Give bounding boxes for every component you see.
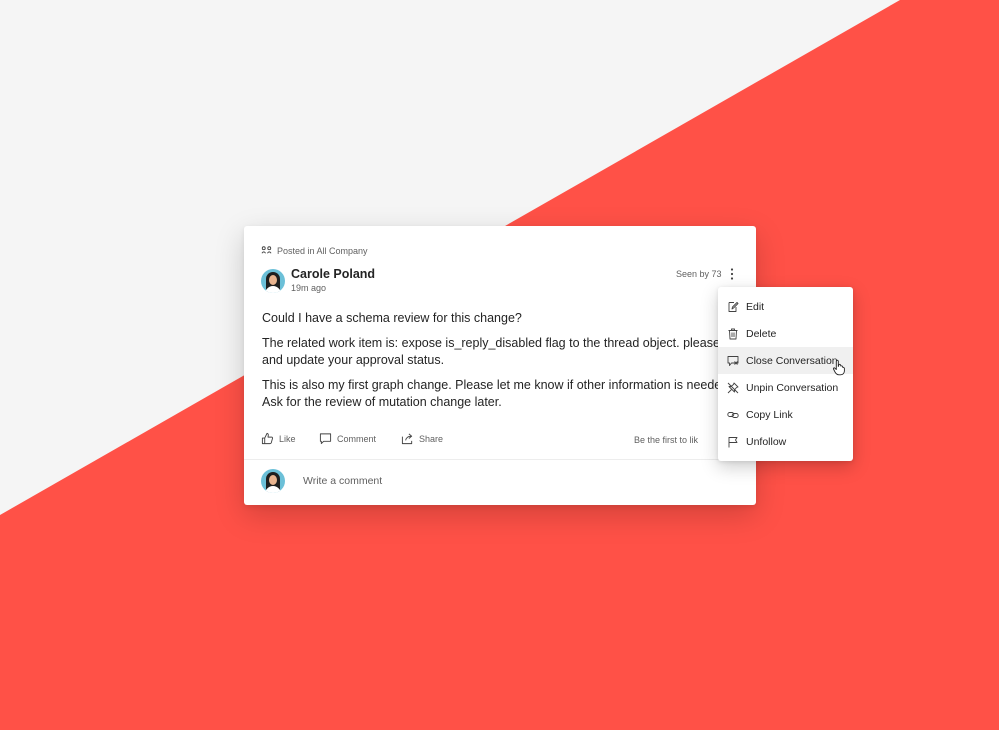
menu-item-unpin-conversation[interactable]: Unpin Conversation bbox=[718, 374, 853, 401]
post-paragraph: This is also my first graph change. Plea… bbox=[262, 378, 732, 392]
menu-item-label: Edit bbox=[746, 300, 765, 313]
more-vertical-icon bbox=[730, 268, 734, 280]
seen-by[interactable]: Seen by 73 bbox=[676, 269, 722, 279]
author-row: Carole Poland 19m ago bbox=[261, 267, 375, 294]
more-options-button[interactable] bbox=[725, 266, 739, 282]
like-icon bbox=[261, 432, 274, 445]
divider bbox=[244, 459, 756, 460]
menu-item-label: Unfollow bbox=[746, 435, 787, 448]
menu-item-edit[interactable]: Edit bbox=[718, 293, 853, 320]
menu-item-unfollow[interactable]: Unfollow bbox=[718, 428, 853, 455]
comment-row: Write a comment bbox=[261, 469, 382, 493]
menu-item-label: Unpin Conversation bbox=[746, 381, 839, 394]
post-time: 19m ago bbox=[291, 283, 327, 293]
post-paragraph: Could I have a schema review for this ch… bbox=[262, 311, 522, 325]
current-user-avatar bbox=[261, 469, 285, 493]
comment-label: Comment bbox=[337, 433, 377, 444]
share-icon bbox=[401, 433, 413, 445]
link-icon bbox=[727, 411, 739, 418]
community-icon bbox=[261, 245, 272, 258]
post-body: Could I have a schema review for this ch… bbox=[262, 310, 756, 419]
unpin-icon bbox=[727, 382, 739, 393]
menu-item-delete[interactable]: Delete bbox=[718, 320, 853, 347]
comment-input[interactable]: Write a comment bbox=[303, 475, 382, 487]
author-name[interactable]: Carole Poland bbox=[291, 267, 375, 282]
like-button[interactable]: Like bbox=[261, 432, 296, 445]
post-paragraph: Ask for the review of mutation change la… bbox=[262, 395, 502, 409]
menu-item-copy-link[interactable]: Copy Link bbox=[718, 401, 853, 428]
menu-item-label: Close Conversation bbox=[746, 354, 838, 367]
like-label: Like bbox=[279, 433, 296, 444]
menu-item-label: Delete bbox=[746, 327, 777, 340]
like-summary: Be the first to lik bbox=[634, 435, 699, 445]
posted-in: Posted in All Company bbox=[261, 244, 368, 258]
delete-icon bbox=[728, 328, 738, 339]
post-card: Posted in All Company Carole Poland 19m … bbox=[244, 226, 756, 505]
hand-cursor-icon bbox=[833, 359, 845, 376]
share-button[interactable]: Share bbox=[401, 432, 443, 445]
menu-item-label: Copy Link bbox=[746, 408, 793, 421]
avatar[interactable] bbox=[261, 268, 285, 293]
flag-icon bbox=[728, 436, 738, 447]
comment-icon bbox=[319, 433, 332, 445]
comment-button[interactable]: Comment bbox=[319, 432, 376, 445]
edit-icon bbox=[728, 301, 739, 312]
share-label: Share bbox=[419, 433, 444, 444]
post-paragraph: and update your approval status. bbox=[262, 353, 445, 367]
posted-in-label[interactable]: Posted in All Company bbox=[277, 246, 368, 256]
post-paragraph: The related work item is: expose is_repl… bbox=[262, 336, 741, 350]
close-conversation-icon bbox=[727, 355, 739, 366]
